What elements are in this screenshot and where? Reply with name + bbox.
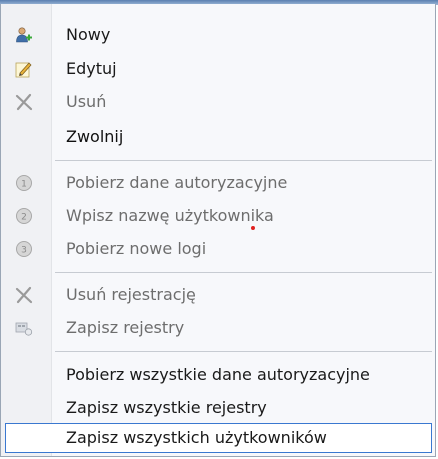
menu-item-label: Nowy — [66, 25, 111, 44]
menu-item-edytuj[interactable]: Edytuj — [5, 54, 432, 84]
step-3-icon: 3 — [15, 240, 33, 258]
menu-item-label: Zapisz wszystkich użytkowników — [66, 428, 327, 447]
menu-item-zapisz-rejestry[interactable]: Zapisz rejestry — [5, 313, 432, 343]
edit-pencil-icon — [15, 60, 33, 78]
menu-item-label: Zwolnij — [66, 127, 124, 146]
add-user-icon — [15, 26, 33, 44]
menu-separator — [55, 272, 432, 273]
menu-item-label: Zapisz rejestry — [66, 318, 185, 337]
menu-item-label: Usuń — [66, 92, 107, 111]
menu-item-label: Usuń rejestrację — [66, 285, 196, 304]
menu-item-pobierz-dane-autoryzacyjne[interactable]: 1 Pobierz dane autoryzacyjne — [5, 168, 432, 198]
delete-x-icon — [15, 286, 33, 304]
menu-item-usun-rejestracje[interactable]: Usuń rejestrację — [5, 280, 432, 310]
menu-item-zapisz-wszystkich-uzytkownikow[interactable]: Zapisz wszystkich użytkowników — [5, 423, 432, 453]
menu-item-usun[interactable]: Usuń — [5, 87, 432, 117]
save-registry-icon — [15, 319, 33, 337]
menu-separator — [55, 351, 432, 352]
menu-item-label: Zapisz wszystkie rejestry — [66, 398, 267, 417]
cursor-marker — [251, 226, 255, 230]
context-menu: Nowy Edytuj Usuń Zwolnij 1 Pobierz dane … — [0, 4, 436, 457]
step-2-icon: 2 — [15, 207, 33, 225]
svg-text:1: 1 — [21, 180, 27, 190]
delete-x-icon — [15, 93, 33, 111]
menu-item-wpisz-nazwe-uzytkownika[interactable]: 2 Wpisz nazwę użytkownika — [5, 201, 432, 231]
menu-item-label: Pobierz wszystkie dane autoryzacyjne — [66, 365, 370, 384]
menu-item-nowy[interactable]: Nowy — [5, 20, 432, 50]
menu-item-pobierz-wszystkie-dane-autoryzacyjne[interactable]: Pobierz wszystkie dane autoryzacyjne — [5, 360, 432, 390]
menu-item-zapisz-wszystkie-rejestry[interactable]: Zapisz wszystkie rejestry — [5, 393, 432, 423]
menu-item-label: Wpisz nazwę użytkownika — [66, 206, 274, 225]
svg-text:2: 2 — [21, 213, 27, 223]
menu-separator — [55, 160, 432, 161]
menu-item-zwolnij[interactable]: Zwolnij — [5, 122, 432, 152]
menu-item-label: Pobierz dane autoryzacyjne — [66, 173, 288, 192]
step-1-icon: 1 — [15, 174, 33, 192]
menu-item-label: Edytuj — [66, 59, 117, 78]
menu-item-pobierz-nowe-logi[interactable]: 3 Pobierz nowe logi — [5, 234, 432, 264]
svg-text:3: 3 — [21, 246, 27, 256]
menu-item-label: Pobierz nowe logi — [66, 239, 207, 258]
